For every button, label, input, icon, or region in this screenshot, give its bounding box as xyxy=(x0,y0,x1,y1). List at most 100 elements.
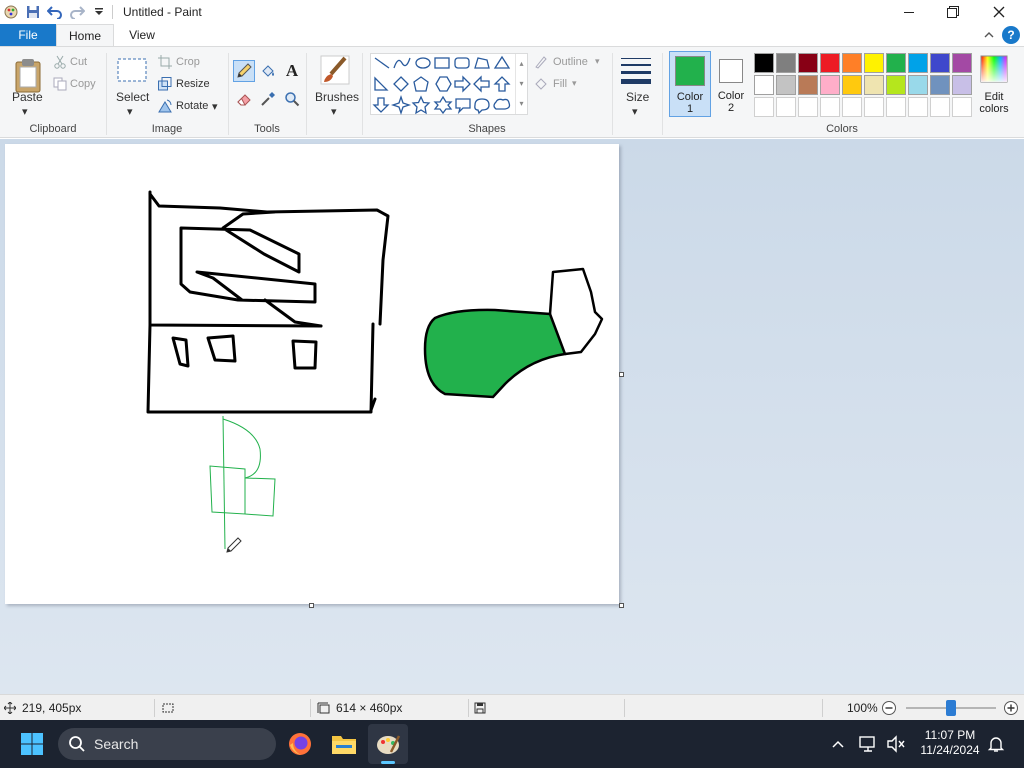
rotate-button[interactable]: Rotate xyxy=(176,100,208,112)
select-dropdown-icon[interactable]: ▾ xyxy=(127,105,133,118)
fill-button[interactable]: Fill xyxy=(553,78,567,90)
pencil-icon[interactable] xyxy=(233,60,255,82)
palette-swatch[interactable] xyxy=(776,75,796,95)
color-picker-icon[interactable] xyxy=(257,88,279,110)
color1-button[interactable]: Color 1 xyxy=(669,51,711,117)
taskbar-clock[interactable]: 11:07 PM 11/24/2024 xyxy=(912,728,988,758)
customize-quick-access-icon[interactable] xyxy=(88,1,110,23)
green-sketch-box-left xyxy=(209,465,246,515)
palette-swatch[interactable] xyxy=(754,75,774,95)
paint-taskbar-icon[interactable] xyxy=(368,724,408,764)
size-dropdown-icon[interactable]: ▾ xyxy=(632,105,638,118)
brushes-dropdown-icon[interactable]: ▾ xyxy=(331,105,337,118)
copy-button[interactable]: Copy xyxy=(70,78,96,90)
palette-swatch[interactable] xyxy=(798,53,818,73)
paint-app-icon[interactable] xyxy=(0,1,22,23)
cut-button[interactable]: Cut xyxy=(70,56,87,68)
custom-color-slot[interactable] xyxy=(842,97,862,117)
custom-color-slot[interactable] xyxy=(864,97,884,117)
canvas-workspace[interactable] xyxy=(0,139,1024,694)
palette-swatch[interactable] xyxy=(864,75,884,95)
outline-dropdown-icon[interactable]: ▾ xyxy=(595,56,600,67)
crop-button[interactable]: Crop xyxy=(176,56,200,68)
magnifier-icon[interactable] xyxy=(281,88,303,110)
text-icon[interactable]: A xyxy=(281,60,303,82)
volume-muted-icon[interactable] xyxy=(878,724,914,764)
save-icon[interactable] xyxy=(22,1,44,23)
drawing-canvas[interactable] xyxy=(5,144,619,604)
pencil-cursor-icon xyxy=(225,536,243,557)
custom-color-slot[interactable] xyxy=(820,97,840,117)
zoom-out-button[interactable] xyxy=(881,695,897,721)
undo-icon[interactable] xyxy=(44,1,66,23)
right-triangle-shape-icon xyxy=(374,76,389,91)
notifications-icon[interactable] xyxy=(978,724,1014,764)
select-icon[interactable] xyxy=(114,55,150,87)
maximize-button[interactable] xyxy=(930,0,976,24)
rotate-dropdown-icon[interactable]: ▾ xyxy=(212,100,218,113)
canvas-resize-handle-bottom[interactable] xyxy=(309,603,314,608)
palette-swatch[interactable] xyxy=(908,75,928,95)
palette-swatch[interactable] xyxy=(754,53,774,73)
canvas-resize-handle-right[interactable] xyxy=(619,372,624,377)
fill-bucket-icon[interactable] xyxy=(257,60,279,82)
palette-swatch[interactable] xyxy=(842,75,862,95)
custom-color-slot[interactable] xyxy=(754,97,774,117)
palette-swatch[interactable] xyxy=(798,75,818,95)
tab-home[interactable]: Home xyxy=(56,24,114,47)
brushes-icon[interactable] xyxy=(318,53,352,87)
zoom-in-button[interactable] xyxy=(1003,695,1019,721)
custom-color-slot[interactable] xyxy=(930,97,950,117)
palette-swatch[interactable] xyxy=(908,53,928,73)
edit-colors-button[interactable]: Edit colors xyxy=(972,91,1016,115)
brushes-button[interactable]: Brushes xyxy=(315,90,359,104)
redo-icon[interactable] xyxy=(66,1,88,23)
palette-swatch[interactable] xyxy=(820,75,840,95)
palette-swatch[interactable] xyxy=(886,53,906,73)
minimize-button[interactable] xyxy=(886,0,932,24)
palette-swatch[interactable] xyxy=(820,53,840,73)
shapes-scroll[interactable]: ▴ ▾ ▾ xyxy=(515,54,527,114)
color2-label: Color xyxy=(717,90,745,102)
eraser-icon[interactable] xyxy=(233,88,255,110)
help-button[interactable]: ? xyxy=(1002,26,1020,44)
custom-color-slot[interactable] xyxy=(908,97,928,117)
palette-swatch[interactable] xyxy=(930,75,950,95)
paste-dropdown-icon[interactable]: ▾ xyxy=(22,105,28,118)
size-button[interactable]: Size xyxy=(626,90,649,104)
palette-swatch[interactable] xyxy=(842,53,862,73)
tab-view[interactable]: View xyxy=(114,24,170,46)
hexagon-shape-icon xyxy=(435,76,452,92)
zoom-slider-thumb[interactable] xyxy=(946,700,956,716)
palette-swatch[interactable] xyxy=(776,53,796,73)
custom-color-slot[interactable] xyxy=(776,97,796,117)
edit-colors-icon[interactable] xyxy=(978,53,1010,85)
outline-button[interactable]: Outline xyxy=(553,56,588,68)
palette-swatch[interactable] xyxy=(864,53,884,73)
fill-dropdown-icon[interactable]: ▾ xyxy=(572,78,577,89)
firefox-icon[interactable] xyxy=(280,724,320,764)
color2-button[interactable]: Color 2 xyxy=(713,51,751,117)
palette-swatch[interactable] xyxy=(952,75,972,95)
size-icon[interactable] xyxy=(618,53,654,87)
taskbar-search[interactable]: Search xyxy=(58,728,276,760)
custom-color-slot[interactable] xyxy=(952,97,972,117)
tab-file[interactable]: File xyxy=(0,24,56,46)
active-app-indicator xyxy=(381,761,395,764)
cut-icon xyxy=(50,53,70,71)
custom-color-slot[interactable] xyxy=(798,97,818,117)
select-button[interactable]: Select xyxy=(116,90,149,104)
palette-swatch[interactable] xyxy=(930,53,950,73)
color1-number: 1 xyxy=(686,103,694,115)
zoom-slider-track[interactable] xyxy=(906,700,996,716)
palette-swatch[interactable] xyxy=(886,75,906,95)
palette-swatch[interactable] xyxy=(952,53,972,73)
close-button[interactable] xyxy=(976,0,1022,24)
canvas-resize-handle-corner[interactable] xyxy=(619,603,624,608)
collapse-ribbon-icon[interactable] xyxy=(982,28,996,42)
windows-start-icon[interactable] xyxy=(12,724,52,764)
custom-color-slot[interactable] xyxy=(886,97,906,117)
file-explorer-icon[interactable] xyxy=(324,724,364,764)
resize-button[interactable]: Resize xyxy=(176,78,210,90)
paste-button[interactable]: Paste xyxy=(12,90,43,104)
